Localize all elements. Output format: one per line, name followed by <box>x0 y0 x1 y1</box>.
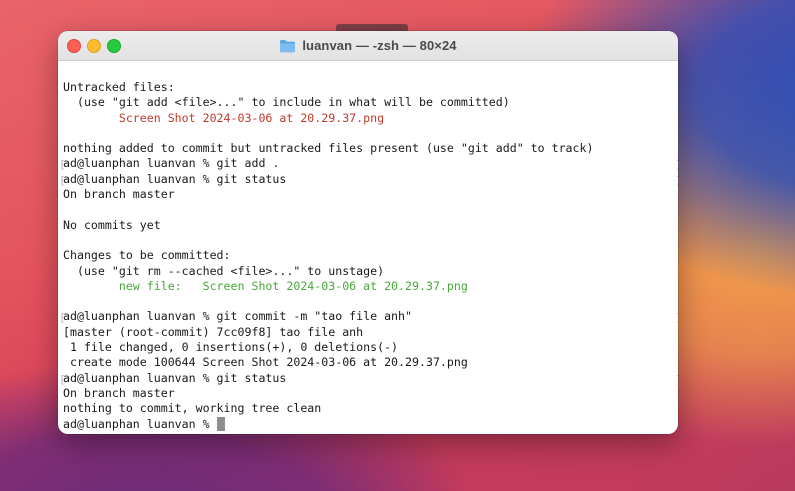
terminal-output[interactable]: Untracked files: (use "git add <file>...… <box>58 61 678 434</box>
mark-bracket-left-icon: [ <box>59 311 66 325</box>
text-cursor-icon <box>216 416 225 431</box>
mark-bracket-left-icon: [ <box>59 158 66 172</box>
terminal-command-line: ad@luanphan luanvan % git status[] <box>59 171 678 188</box>
terminal-output-line: nothing to commit, working tree clean <box>63 401 678 416</box>
terminal-line-text: ad@luanphan luanvan % git add . <box>63 156 280 171</box>
terminal-window[interactable]: luanvan — -zsh — 80×24 Untracked files: … <box>58 31 678 434</box>
mark-bracket-left-icon: [ <box>59 372 66 386</box>
terminal-output-line: create mode 100644 Screen Shot 2024-03-0… <box>63 355 678 370</box>
terminal-command-line: ad@luanphan luanvan % git add .[] <box>59 156 678 172</box>
terminal-prompt: ad@luanphan luanvan % <box>63 416 217 431</box>
terminal-line-text: (use "git rm --cached <file>..." to unst… <box>63 263 385 278</box>
terminal-output-line: (use "git rm --cached <file>..." to unst… <box>63 264 678 279</box>
folder-icon <box>280 39 296 52</box>
terminal-output-line: On branch master <box>63 386 678 401</box>
mark-bracket-right-icon: ] <box>675 157 678 172</box>
terminal-line-text: Screen Shot 2024-03-06 at 20.29.37.png <box>63 110 385 125</box>
mark-bracket-right-icon: ] <box>675 372 678 387</box>
terminal-line-text: nothing added to commit but untracked fi… <box>63 141 594 156</box>
mark-bracket-right-icon: ] <box>675 310 678 325</box>
window-title-group: luanvan — -zsh — 80×24 <box>58 31 678 60</box>
terminal-output-line: Screen Shot 2024-03-06 at 20.29.37.png <box>63 111 678 126</box>
terminal-line-text: nothing to commit, working tree clean <box>63 401 322 416</box>
terminal-line-text: Untracked files: <box>63 80 175 94</box>
terminal-prompt-line[interactable]: ad@luanphan luanvan % <box>63 416 678 432</box>
terminal-output-line: [master (root-commit) 7cc09f8] tao file … <box>63 325 678 340</box>
terminal-line-text: (use "git add <file>..." to include in w… <box>63 95 510 110</box>
mark-bracket-left-icon: [ <box>59 173 66 187</box>
terminal-line-text: Changes to be committed: <box>63 248 231 263</box>
terminal-line-text: ad@luanphan luanvan % git status <box>63 171 287 186</box>
terminal-line-text: 1 file changed, 0 insertions(+), 0 delet… <box>63 340 399 355</box>
terminal-line-text: On branch master <box>63 187 175 202</box>
terminal-output-line: (use "git add <file>..." to include in w… <box>63 95 678 110</box>
terminal-command-line: ad@luanphan luanvan % git commit -m "tao… <box>59 309 678 325</box>
terminal-output-line: Changes to be committed: <box>63 248 678 263</box>
window-title: luanvan — -zsh — 80×24 <box>302 38 457 53</box>
title-bar[interactable]: luanvan — -zsh — 80×24 <box>58 31 678 61</box>
terminal-command-line: ad@luanphan luanvan % git status[] <box>59 370 678 387</box>
terminal-line-text: [master (root-commit) 7cc09f8] tao file … <box>63 324 364 339</box>
terminal-line-text: create mode 100644 Screen Shot 2024-03-0… <box>63 355 468 370</box>
terminal-output-line: new file: Screen Shot 2024-03-06 at 20.2… <box>63 279 678 294</box>
terminal-output-line: 1 file changed, 0 insertions(+), 0 delet… <box>63 340 678 355</box>
terminal-output-line: No commits yet <box>63 218 678 233</box>
terminal-line-text: new file: Screen Shot 2024-03-06 at 20.2… <box>63 278 468 293</box>
terminal-output-line: Untracked files: <box>63 80 678 95</box>
terminal-line-text: ad@luanphan luanvan % git commit -m "tao… <box>63 309 413 324</box>
terminal-line-text: ad@luanphan luanvan % git status <box>63 370 287 385</box>
terminal-line-text: No commits yet <box>63 217 161 232</box>
terminal-output-line: nothing added to commit but untracked fi… <box>63 141 678 156</box>
mark-bracket-right-icon: ] <box>675 173 678 188</box>
terminal-line-text: On branch master <box>63 385 175 400</box>
terminal-output-line: On branch master <box>63 187 678 202</box>
